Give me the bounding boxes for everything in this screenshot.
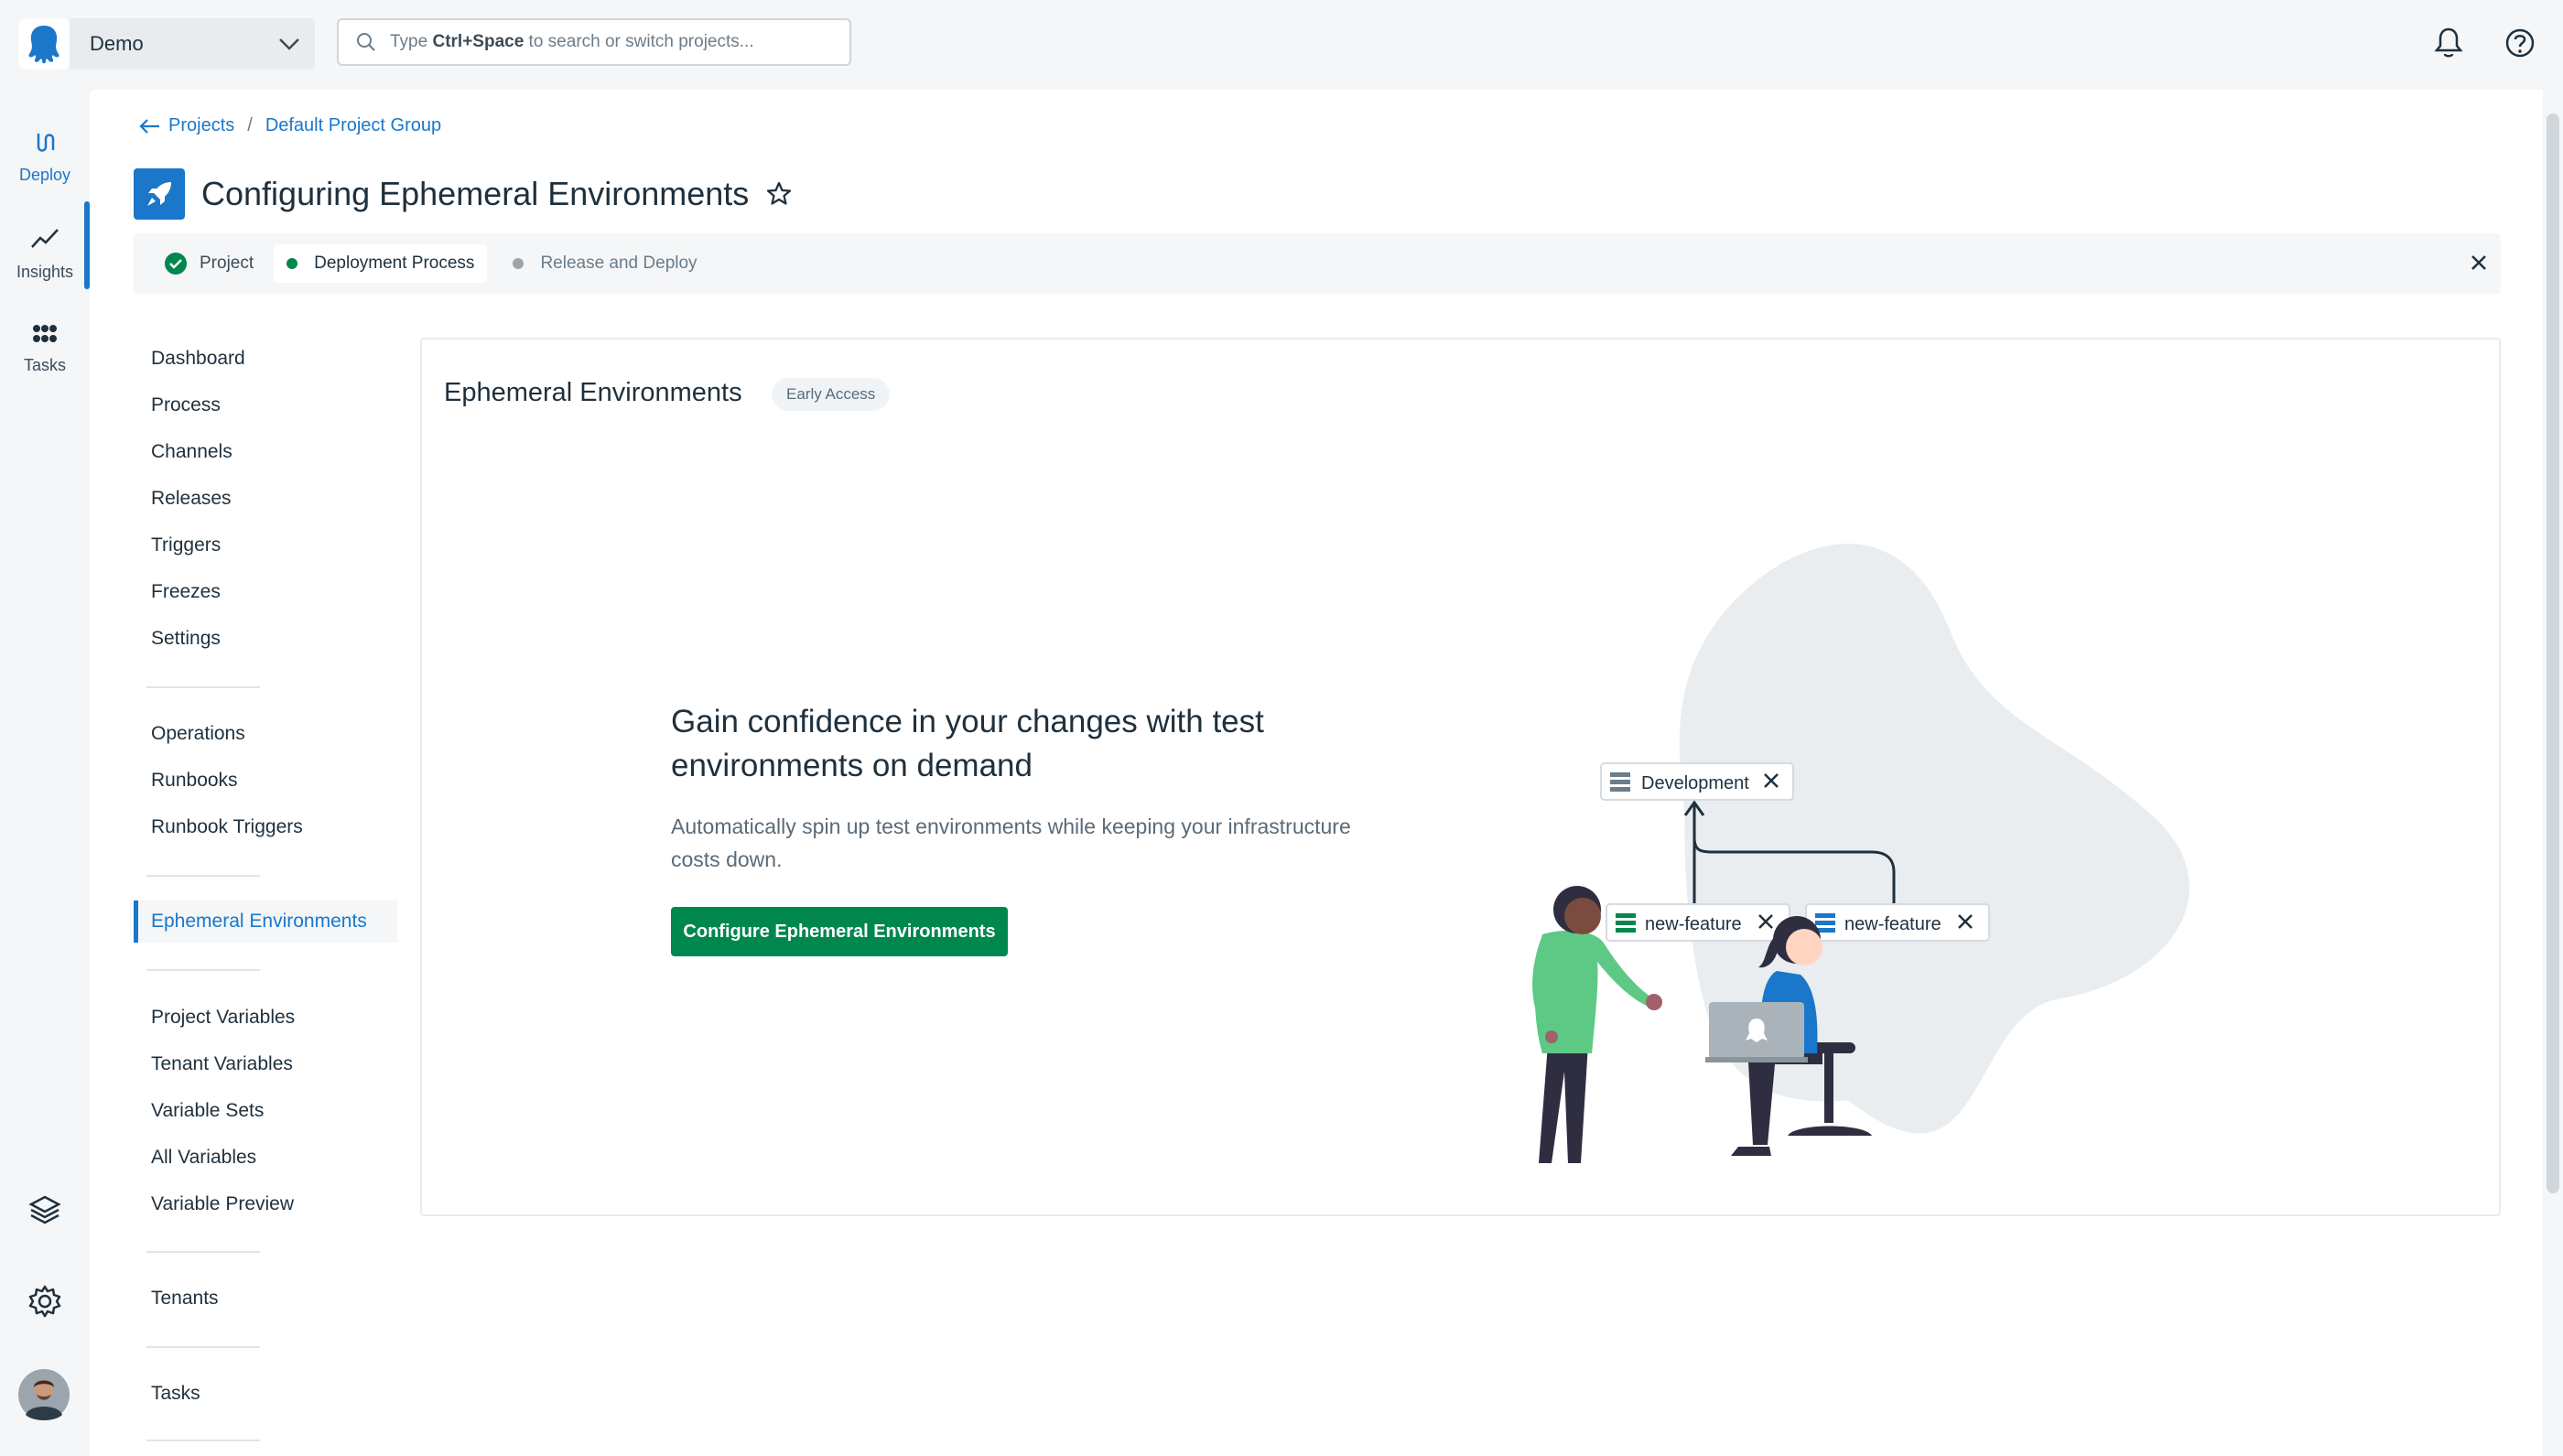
- check-circle-icon: [165, 253, 187, 275]
- chip-development-label: Development: [1641, 773, 1749, 793]
- rail-label-tasks: Tasks: [23, 356, 66, 374]
- settings-gear-icon[interactable]: [27, 1283, 63, 1320]
- chevron-down-icon: [279, 38, 299, 50]
- breadcrumb-separator: /: [247, 115, 253, 135]
- nav-item-variable-preview[interactable]: Variable Preview: [134, 1183, 397, 1225]
- nav-item-all-variables[interactable]: All Variables: [134, 1137, 397, 1179]
- step-pending-dot: [513, 258, 524, 269]
- rail-item-tasks[interactable]: Tasks: [0, 322, 90, 375]
- search-icon: [357, 33, 375, 51]
- project-logo: [134, 168, 185, 220]
- rail-item-deploy[interactable]: Deploy: [0, 128, 90, 185]
- ephemeral-environments-illustration: Development new-feature new-feature: [1532, 544, 2190, 1163]
- breadcrumb-projects-link[interactable]: Projects: [168, 115, 234, 136]
- nav-item-ephemeral-environments[interactable]: Ephemeral Environments: [134, 901, 397, 943]
- chip-new-feature-right-label: new-feature: [1844, 914, 1941, 934]
- layers-icon[interactable]: [27, 1192, 63, 1228]
- step-project[interactable]: Project: [152, 244, 266, 283]
- search-input[interactable]: Type Ctrl+Space to search or switch proj…: [337, 18, 851, 66]
- nav-item-runbooks[interactable]: Runbooks: [134, 760, 397, 802]
- empty-state-headline: Gain confidence in your changes with tes…: [671, 704, 1264, 783]
- empty-state-description: Automatically spin up test environments …: [671, 814, 1351, 871]
- notifications-bell-icon[interactable]: [2433, 26, 2464, 60]
- step-deployment-process[interactable]: Deployment Process: [274, 244, 488, 283]
- nav-item-freezes[interactable]: Freezes: [134, 571, 397, 613]
- top-bar: Demo Type Ctrl+Space to search or switch…: [0, 0, 2563, 88]
- nav-divider: [146, 1251, 260, 1253]
- rocket-icon: [147, 182, 171, 206]
- step-project-label: Project: [200, 253, 254, 273]
- step-deployment-process-label: Deployment Process: [314, 253, 475, 273]
- insights-icon: [31, 229, 59, 248]
- nav-divider: [146, 1346, 260, 1348]
- space-name: Demo: [90, 32, 144, 55]
- search-placeholder: Type Ctrl+Space to search or switch proj…: [390, 32, 754, 51]
- early-access-badge: Early Access: [772, 378, 891, 411]
- octopus-logo-icon: [28, 26, 59, 64]
- nav-divider: [146, 969, 260, 971]
- page-title: Configuring Ephemeral Environments: [201, 175, 750, 212]
- nav-item-triggers[interactable]: Triggers: [134, 524, 397, 566]
- left-rail: Deploy Insights Tasks: [0, 88, 90, 1456]
- nav-item-variable-sets[interactable]: Variable Sets: [134, 1090, 397, 1132]
- close-icon[interactable]: [2468, 252, 2490, 274]
- page-header: Configuring Ephemeral Environments: [134, 168, 793, 220]
- octopus-logo[interactable]: [18, 18, 70, 70]
- nav-item-dashboard[interactable]: Dashboard: [134, 338, 397, 380]
- configure-ephemeral-environments-button[interactable]: Configure Ephemeral Environments: [671, 907, 1008, 956]
- help-icon[interactable]: [2503, 26, 2537, 60]
- nav-item-tenants[interactable]: Tenants: [134, 1278, 397, 1320]
- tasks-icon: [33, 325, 57, 342]
- arrow-left-icon[interactable]: [137, 117, 161, 135]
- rail-label-insights: Insights: [16, 263, 74, 281]
- nav-item-releases[interactable]: Releases: [134, 478, 397, 520]
- ephemeral-environments-panel: Ephemeral Environments Early Access Gain…: [420, 338, 2501, 1216]
- favorite-star-icon[interactable]: [765, 180, 793, 208]
- rail-item-insights[interactable]: Insights: [0, 225, 90, 282]
- nav-divider: [146, 686, 260, 688]
- nav-item-channels[interactable]: Channels: [134, 431, 397, 473]
- deploy-icon: [37, 134, 55, 152]
- step-current-dot: [287, 258, 298, 269]
- space-selector[interactable]: Demo: [70, 18, 315, 70]
- step-release-and-deploy-label: Release and Deploy: [540, 253, 698, 273]
- nav-item-process[interactable]: Process: [134, 384, 397, 426]
- nav-item-project-variables[interactable]: Project Variables: [134, 997, 397, 1039]
- nav-item-operations[interactable]: Operations: [134, 713, 397, 755]
- nav-divider: [146, 1440, 260, 1441]
- panel-title: Ephemeral Environments: [444, 378, 742, 407]
- rail-label-deploy: Deploy: [18, 166, 71, 184]
- scrollbar-thumb[interactable]: [2547, 113, 2559, 1193]
- chip-new-feature-left-label: new-feature: [1645, 914, 1742, 934]
- nav-item-tasks[interactable]: Tasks: [134, 1373, 397, 1415]
- onboarding-steps: Project Deployment Process Release and D…: [134, 233, 2501, 294]
- breadcrumb: Projects / Default Project Group: [137, 115, 441, 136]
- nav-item-tenant-variables[interactable]: Tenant Variables: [134, 1043, 397, 1085]
- user-avatar[interactable]: [18, 1369, 70, 1420]
- nav-divider: [146, 875, 260, 877]
- step-release-and-deploy[interactable]: Release and Deploy: [500, 244, 709, 283]
- nav-item-settings[interactable]: Settings: [134, 618, 397, 660]
- nav-item-runbook-triggers[interactable]: Runbook Triggers: [134, 806, 397, 848]
- breadcrumb-group-link[interactable]: Default Project Group: [265, 115, 441, 136]
